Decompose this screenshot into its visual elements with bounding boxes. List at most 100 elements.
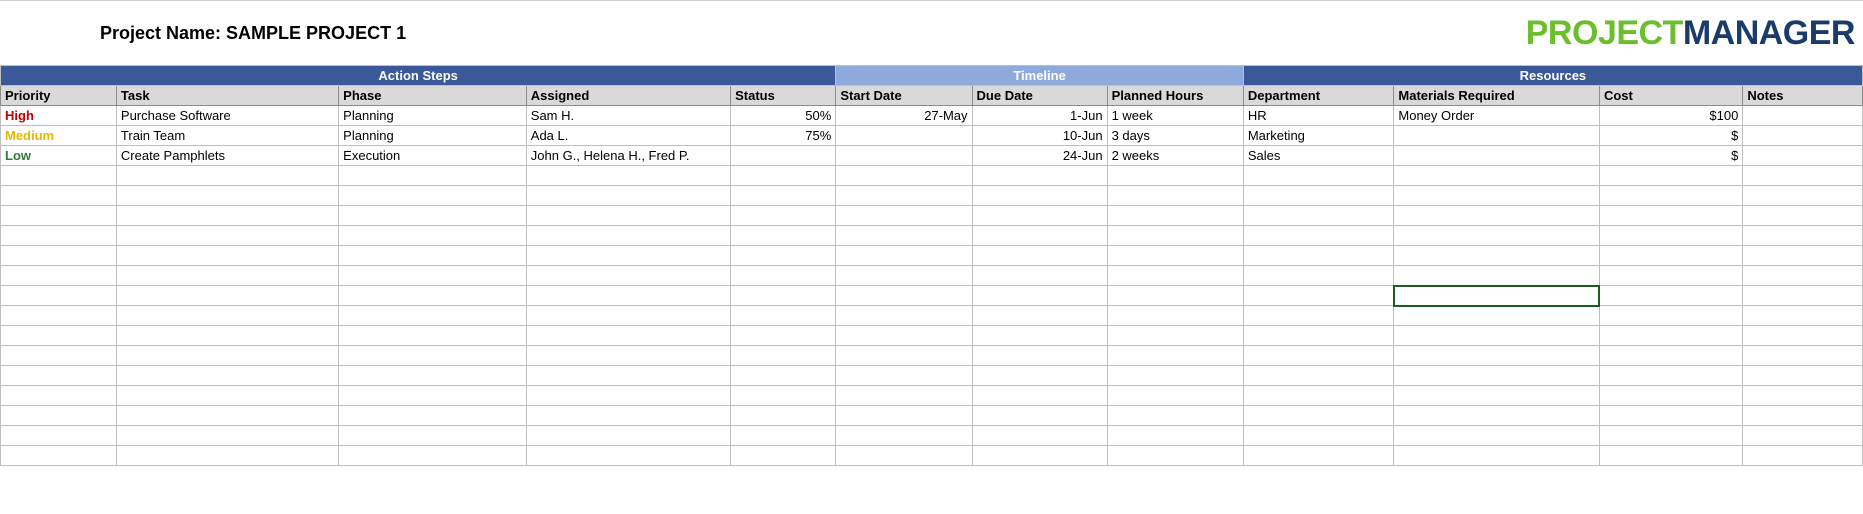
cell[interactable] xyxy=(1599,206,1742,226)
cell[interactable] xyxy=(836,166,972,186)
cell[interactable] xyxy=(1743,366,1863,386)
cell[interactable] xyxy=(526,426,730,446)
cell[interactable] xyxy=(339,166,527,186)
cell-notes[interactable] xyxy=(1743,106,1863,126)
cell[interactable] xyxy=(1743,326,1863,346)
cell-cost[interactable]: $ xyxy=(1599,126,1742,146)
cell[interactable] xyxy=(731,446,836,466)
cell[interactable] xyxy=(1394,246,1600,266)
cell-phase[interactable]: Planning xyxy=(339,106,527,126)
cell[interactable] xyxy=(526,186,730,206)
cell[interactable] xyxy=(972,386,1107,406)
cell[interactable] xyxy=(972,266,1107,286)
cell[interactable] xyxy=(1599,326,1742,346)
cell[interactable] xyxy=(1394,166,1600,186)
col-department[interactable]: Department xyxy=(1243,86,1394,106)
cell[interactable] xyxy=(1,226,117,246)
cell[interactable] xyxy=(731,406,836,426)
cell[interactable] xyxy=(1394,286,1600,306)
cell-cost[interactable]: $100 xyxy=(1599,106,1742,126)
cell[interactable] xyxy=(1599,366,1742,386)
cell[interactable] xyxy=(116,166,338,186)
cell[interactable] xyxy=(116,446,338,466)
cell-department[interactable]: HR xyxy=(1243,106,1394,126)
cell[interactable] xyxy=(731,306,836,326)
cell[interactable] xyxy=(339,206,527,226)
cell[interactable] xyxy=(1243,166,1394,186)
cell[interactable] xyxy=(526,306,730,326)
cell[interactable] xyxy=(972,446,1107,466)
cell-task[interactable]: Create Pamphlets xyxy=(116,146,338,166)
cell[interactable] xyxy=(972,306,1107,326)
cell[interactable] xyxy=(116,266,338,286)
cell[interactable] xyxy=(526,206,730,226)
cell-phase[interactable]: Execution xyxy=(339,146,527,166)
cell[interactable] xyxy=(1743,186,1863,206)
cell[interactable] xyxy=(731,186,836,206)
cell[interactable] xyxy=(1599,166,1742,186)
cell[interactable] xyxy=(1394,326,1600,346)
cell[interactable] xyxy=(1599,226,1742,246)
cell[interactable] xyxy=(1599,286,1742,306)
col-notes[interactable]: Notes xyxy=(1743,86,1863,106)
cell[interactable] xyxy=(1107,246,1243,266)
cell[interactable] xyxy=(1599,266,1742,286)
cell[interactable] xyxy=(972,166,1107,186)
cell[interactable] xyxy=(836,446,972,466)
cell[interactable] xyxy=(1,166,117,186)
cell[interactable] xyxy=(731,386,836,406)
cell[interactable] xyxy=(1107,406,1243,426)
cell[interactable] xyxy=(339,246,527,266)
cell-assigned[interactable]: Sam H. xyxy=(526,106,730,126)
cell-materials[interactable] xyxy=(1394,126,1600,146)
cell[interactable] xyxy=(836,366,972,386)
cell-planned-hours[interactable]: 1 week xyxy=(1107,106,1243,126)
cell[interactable] xyxy=(1107,266,1243,286)
cell[interactable] xyxy=(339,286,527,306)
cell[interactable] xyxy=(526,366,730,386)
cell[interactable] xyxy=(116,186,338,206)
col-phase[interactable]: Phase xyxy=(339,86,527,106)
cell[interactable] xyxy=(116,406,338,426)
cell[interactable] xyxy=(1243,186,1394,206)
cell-notes[interactable] xyxy=(1743,146,1863,166)
cell[interactable] xyxy=(1107,326,1243,346)
cell[interactable] xyxy=(1599,426,1742,446)
cell[interactable] xyxy=(116,226,338,246)
cell-cost[interactable]: $ xyxy=(1599,146,1742,166)
cell[interactable] xyxy=(1243,286,1394,306)
cell[interactable] xyxy=(1243,446,1394,466)
cell[interactable] xyxy=(1107,386,1243,406)
cell[interactable] xyxy=(339,306,527,326)
cell-priority[interactable]: Low xyxy=(1,146,117,166)
cell[interactable] xyxy=(339,406,527,426)
cell[interactable] xyxy=(1,246,117,266)
cell[interactable] xyxy=(836,386,972,406)
cell[interactable] xyxy=(836,346,972,366)
cell[interactable] xyxy=(1243,226,1394,246)
cell-status[interactable] xyxy=(731,146,836,166)
col-planned-hours[interactable]: Planned Hours xyxy=(1107,86,1243,106)
cell[interactable] xyxy=(1107,426,1243,446)
cell[interactable] xyxy=(526,286,730,306)
cell[interactable] xyxy=(116,286,338,306)
cell[interactable] xyxy=(1743,266,1863,286)
cell-status[interactable]: 50% xyxy=(731,106,836,126)
cell[interactable] xyxy=(1,346,117,366)
cell[interactable] xyxy=(1243,206,1394,226)
cell[interactable] xyxy=(1,186,117,206)
cell[interactable] xyxy=(1107,446,1243,466)
cell[interactable] xyxy=(1743,346,1863,366)
cell[interactable] xyxy=(1394,266,1600,286)
cell-notes[interactable] xyxy=(1743,126,1863,146)
cell[interactable] xyxy=(836,406,972,426)
cell[interactable] xyxy=(731,326,836,346)
cell[interactable] xyxy=(116,366,338,386)
cell[interactable] xyxy=(1,266,117,286)
cell-materials[interactable]: Money Order xyxy=(1394,106,1600,126)
cell[interactable] xyxy=(1599,406,1742,426)
col-task[interactable]: Task xyxy=(116,86,338,106)
cell[interactable] xyxy=(972,286,1107,306)
cell[interactable] xyxy=(1599,306,1742,326)
cell[interactable] xyxy=(1243,406,1394,426)
